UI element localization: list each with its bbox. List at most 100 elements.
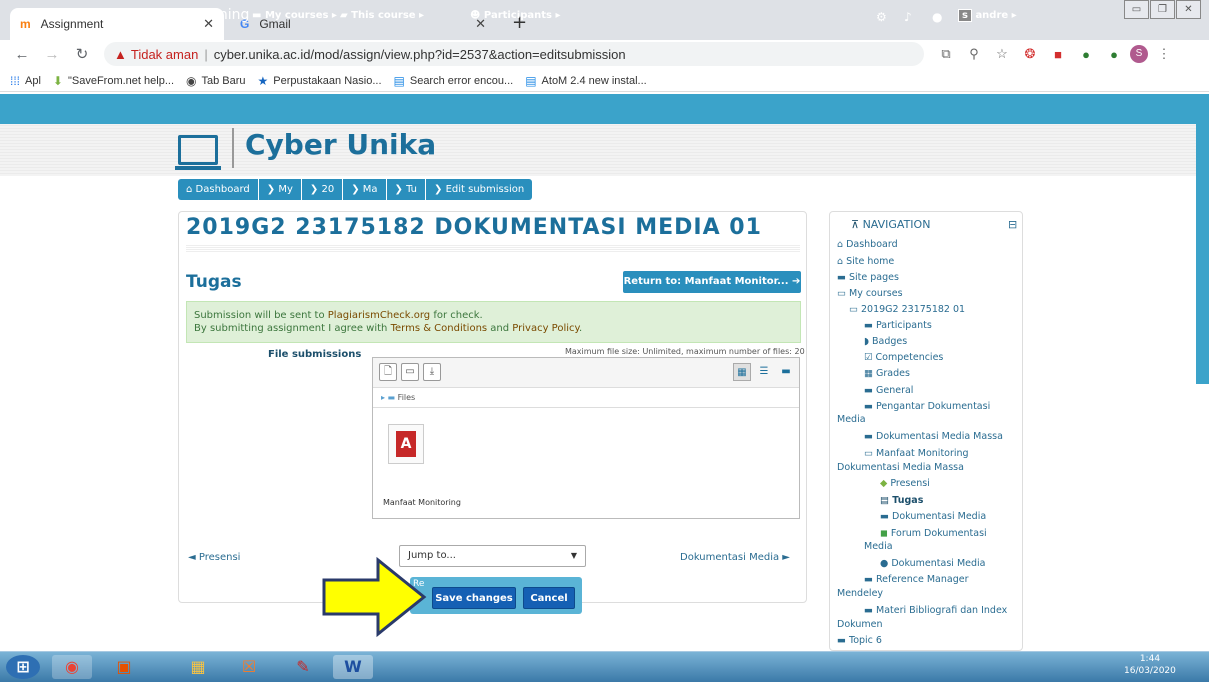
- nav-item[interactable]: ▬ Dokumentasi Media Massa: [864, 431, 1003, 443]
- nav-item[interactable]: ▬ Participants: [864, 320, 932, 332]
- cancel-button[interactable]: Cancel: [523, 587, 575, 609]
- bookmark-item[interactable]: ▤ Search error encou...: [394, 74, 514, 88]
- add-file-icon[interactable]: 🗋: [379, 363, 397, 381]
- breadcrumb-dashboard[interactable]: ⌂ Dashboard: [178, 179, 258, 200]
- file-name[interactable]: Manfaat Monitoring: [383, 498, 461, 507]
- pdf-file-icon[interactable]: [388, 424, 424, 464]
- translate-icon[interactable]: ⧉: [934, 46, 958, 62]
- nav-item[interactable]: ▭ Manfaat Monitoring: [864, 448, 969, 460]
- settings-icon[interactable]: ⚙: [876, 10, 887, 24]
- maximize-icon[interactable]: ❐: [1150, 0, 1175, 19]
- nav-item-current[interactable]: ▤ Tugas: [880, 495, 923, 507]
- menu-my-courses[interactable]: ▬ My courses ▸: [252, 10, 337, 21]
- chrome-icon[interactable]: ◉: [52, 655, 92, 679]
- user-avatar: s: [958, 9, 972, 22]
- bookmark-item[interactable]: ★ Perpustakaan Nasio...: [258, 74, 382, 88]
- reload-icon[interactable]: ↻: [74, 45, 90, 63]
- nav-item-continued[interactable]: Dokumen: [837, 619, 882, 631]
- extension-icon[interactable]: ●: [1074, 47, 1098, 62]
- folder-view-icon[interactable]: ▬: [777, 363, 795, 381]
- breadcrumb-item[interactable]: ❯ Ma: [343, 179, 386, 200]
- previous-activity-link[interactable]: ◄ Presensi: [188, 552, 240, 563]
- nav-item[interactable]: ▬ Site pages: [837, 272, 899, 284]
- extension-icon[interactable]: ❂: [1018, 46, 1042, 62]
- activity-icon: ●: [880, 558, 892, 569]
- security-status[interactable]: Tidak aman: [131, 47, 198, 62]
- nav-item[interactable]: ⌂ Site home: [837, 256, 894, 268]
- nav-item[interactable]: ● Dokumentasi Media: [880, 558, 985, 570]
- nav-item[interactable]: ▬ Materi Bibliografi dan Index: [864, 605, 1007, 617]
- address-bar[interactable]: ▲ Tidak aman | cyber.unika.ac.id/mod/ass…: [104, 42, 924, 66]
- nav-item[interactable]: ▬ Dokumentasi Media: [880, 511, 986, 523]
- nav-item-continued[interactable]: Media: [864, 541, 893, 553]
- nav-item[interactable]: ▬ Topic 6: [837, 635, 882, 647]
- menu-this-course[interactable]: ▰ This course ▸: [340, 10, 424, 21]
- breadcrumb-item[interactable]: ❯ My: [258, 179, 301, 200]
- plagiarismcheck-link[interactable]: PlagiarismCheck.org: [328, 310, 430, 321]
- file-explorer-icon[interactable]: ▦: [178, 655, 218, 679]
- page-scrollbar[interactable]: [1196, 94, 1209, 384]
- zoom-icon[interactable]: ⚲: [962, 46, 986, 62]
- menu-icon[interactable]: ⋮: [1152, 46, 1176, 62]
- back-icon[interactable]: ←: [14, 46, 30, 63]
- breadcrumb-item[interactable]: ❯ 20: [301, 179, 343, 200]
- word-icon[interactable]: W: [333, 655, 373, 679]
- nav-item[interactable]: ▦ Grades: [864, 368, 910, 380]
- url-text[interactable]: cyber.unika.ac.id/mod/assign/view.php?id…: [214, 47, 626, 62]
- start-button-icon[interactable]: ⊞: [6, 655, 40, 679]
- nav-item-continued[interactable]: Mendeley: [837, 588, 883, 600]
- nav-item[interactable]: ◼ Forum Dokumentasi: [880, 528, 987, 540]
- minimize-icon[interactable]: ▭: [1124, 0, 1149, 19]
- nav-item[interactable]: ▭ My courses: [837, 288, 903, 300]
- grid-view-icon[interactable]: ▦: [733, 363, 751, 381]
- notifications-icon[interactable]: ♪: [904, 10, 912, 24]
- system-clock[interactable]: 1:44 16/03/2020: [1124, 653, 1176, 677]
- star-icon[interactable]: ☆: [990, 46, 1014, 62]
- folder-icon: ▬: [864, 401, 876, 412]
- extension-icon[interactable]: ●: [1102, 47, 1126, 62]
- close-window-icon[interactable]: ✕: [1176, 0, 1201, 19]
- save-changes-button[interactable]: Save changes: [432, 587, 516, 609]
- next-activity-link[interactable]: Dokumentasi Media ►: [680, 552, 790, 563]
- extension-icon[interactable]: ■: [1046, 47, 1070, 62]
- app-icon[interactable]: ▣: [104, 655, 144, 679]
- list-view-icon[interactable]: ☰: [755, 363, 773, 381]
- nav-item[interactable]: ▬ Pengantar Dokumentasi: [864, 401, 990, 413]
- menu-label: Participants ▸: [483, 10, 561, 21]
- nav-item-continued[interactable]: Dokumentasi Media Massa: [837, 462, 964, 474]
- create-folder-icon[interactable]: ▭: [401, 363, 419, 381]
- bookmark-apps[interactable]: ⁞⁞⁞ Apl: [10, 74, 41, 88]
- terms-link[interactable]: Terms & Conditions: [391, 323, 488, 334]
- file-path-label[interactable]: Files: [398, 393, 416, 402]
- messages-icon[interactable]: ●: [932, 10, 942, 24]
- profile-avatar[interactable]: S: [1130, 45, 1148, 63]
- bookmark-item[interactable]: ⬇ "SaveFrom.net help...: [53, 74, 174, 88]
- user-menu[interactable]: s andre ▸: [958, 9, 1017, 22]
- pin-icon[interactable]: ✎: [283, 655, 323, 679]
- breadcrumb-current: ❯ Edit submission: [426, 179, 533, 200]
- nav-item[interactable]: ▭ 2019G2 23175182 01: [849, 304, 965, 316]
- menu-participants[interactable]: ☻ Participants ▸: [470, 10, 560, 21]
- notice-text: By submitting assignment I agree with: [194, 323, 391, 334]
- table-icon: ▦: [864, 368, 876, 379]
- breadcrumb: ⌂ Dashboard ❯ My ❯ 20 ❯ Ma ❯ Tu ❯ Edit s…: [178, 179, 533, 200]
- bookmark-item[interactable]: ▤ AtoM 2.4 new instal...: [525, 74, 647, 88]
- nav-item[interactable]: ⌂ Dashboard: [837, 239, 898, 251]
- brand-link[interactable]: eLearning: [180, 7, 249, 23]
- file-path: ▸ ▬ Files: [373, 388, 799, 408]
- xampp-icon[interactable]: ☒: [229, 655, 269, 679]
- download-icon[interactable]: ⤓: [423, 363, 441, 381]
- collapse-block-icon[interactable]: ⊟: [1008, 218, 1017, 231]
- breadcrumb-item[interactable]: ❯ Tu: [386, 179, 426, 200]
- nav-item[interactable]: ▬ Reference Manager: [864, 574, 969, 586]
- nav-item[interactable]: ◗ Badges: [864, 336, 907, 348]
- nav-item[interactable]: ▬ General: [864, 385, 913, 397]
- nav-item[interactable]: ◆ Presensi: [880, 478, 930, 490]
- privacy-link[interactable]: Privacy Policy: [512, 323, 579, 334]
- bookmark-item[interactable]: ◉ Tab Baru: [186, 74, 246, 88]
- forward-icon[interactable]: →: [44, 46, 60, 63]
- return-button[interactable]: Return to: Manfaat Monitor... ➔: [623, 271, 801, 293]
- nav-item[interactable]: ☑ Competencies: [864, 352, 943, 364]
- nav-item-continued[interactable]: Media: [837, 414, 866, 426]
- site-name[interactable]: Cyber Unika: [245, 128, 436, 161]
